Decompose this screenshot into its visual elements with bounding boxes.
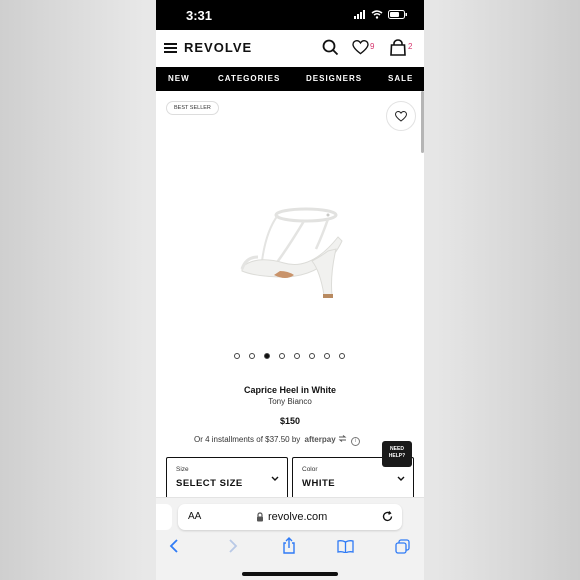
color-value: WHITE [302,478,336,489]
chevron-down-icon [271,476,279,481]
shopping-bag-icon[interactable] [390,39,406,56]
carousel-dot[interactable] [294,353,300,359]
app-header: REVOLVE 9 2 [156,30,424,67]
battery-icon [388,10,407,19]
wishlist-count: 9 [370,42,375,51]
product-page: BEST SELLER Caprice Heel in White Tony B… [156,91,420,499]
category-nav: NEW CATEGORIES DESIGNERS SALE [156,67,424,91]
carousel-dot[interactable] [339,353,345,359]
product-brand[interactable]: Tony Bianco [156,397,424,406]
info-icon[interactable]: i [351,437,361,446]
bookmarks-icon[interactable] [337,540,354,553]
wishlist-heart-icon[interactable] [352,40,369,55]
nav-item-new[interactable]: NEW [168,74,190,83]
browser-toolbar: AA revolve.com [156,497,424,580]
size-value: SELECT SIZE [176,478,243,489]
carousel-dot[interactable] [249,353,255,359]
carousel-dot[interactable] [279,353,285,359]
product-name: Caprice Heel in White [243,385,337,395]
share-icon[interactable] [282,537,296,554]
status-bar: 3:31 [156,0,424,30]
color-label: Color [302,466,318,473]
wifi-icon [371,10,383,19]
image-carousel-dots [234,353,345,359]
chevron-down-icon [397,476,405,481]
search-icon[interactable] [322,39,339,56]
afterpay-installments: Or 4 installments of $37.50 by afterpay … [194,435,361,446]
need-help-line2: HELP? [388,453,406,459]
status-icons [354,10,408,19]
add-to-wishlist-button[interactable] [386,101,416,131]
nav-item-sale[interactable]: SALE [388,74,413,83]
forward-icon[interactable] [228,539,238,553]
afterpay-logo: afterpay [304,435,336,444]
status-time: 3:31 [186,8,213,23]
text-size-button[interactable]: AA [188,511,201,522]
previous-tab-peek[interactable] [156,504,172,530]
size-selector[interactable]: Size SELECT SIZE [166,457,288,499]
reload-icon[interactable] [382,511,393,522]
brand-logo[interactable]: REVOLVE [184,40,252,55]
product-image[interactable] [216,191,356,311]
url-text: revolve.com [268,511,328,523]
carousel-dot-active[interactable] [264,353,270,359]
carousel-dot[interactable] [309,353,315,359]
tabs-icon[interactable] [395,539,410,554]
home-indicator [242,572,338,576]
nav-item-designers[interactable]: DESIGNERS [306,74,362,83]
afterpay-arrows-icon [338,435,347,442]
carousel-dot[interactable] [324,353,330,359]
nav-item-categories[interactable]: CATEGORIES [218,74,280,83]
back-icon[interactable] [169,539,179,553]
size-label: Size [176,466,189,473]
scrollbar-thumb[interactable] [421,91,424,153]
heart-outline-icon [395,110,407,122]
lock-icon [257,512,263,522]
menu-icon[interactable] [164,43,177,53]
product-price: $150 [279,416,301,426]
installments-text: Or 4 installments of $37.50 by [194,435,301,444]
bag-count: 2 [408,42,413,51]
signal-icon [354,10,365,19]
need-help-button[interactable]: NEED HELP? [382,441,412,467]
carousel-dot[interactable] [234,353,240,359]
phone-screen: 3:31 REVOLVE 9 2 NEW CATEGORIES DESIGNER… [156,0,424,580]
best-seller-badge: BEST SELLER [166,101,219,115]
address-bar[interactable]: AA revolve.com [178,504,402,530]
need-help-line1: NEED [390,446,404,452]
